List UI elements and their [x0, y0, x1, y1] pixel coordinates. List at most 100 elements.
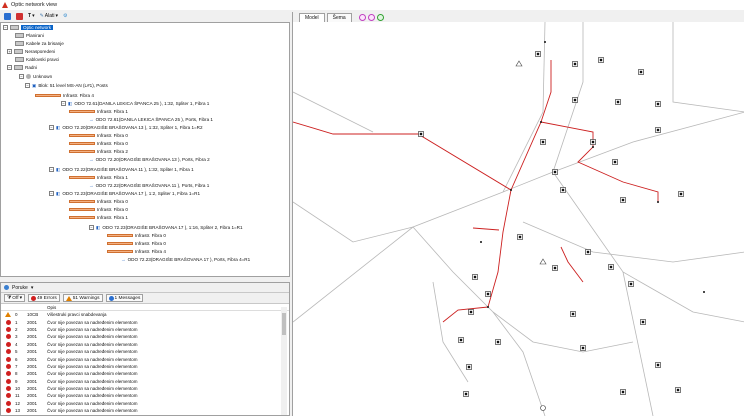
open-button[interactable]	[3, 12, 12, 21]
message-row[interactable]: 9 2001 Čvor nije povezan sa nadređenim ele…	[1, 378, 289, 385]
dropdown-arrow-icon[interactable]: ▾	[31, 285, 34, 291]
message-row[interactable]: 4 2001 Čvor nije povezan sa nadređenim ele…	[1, 341, 289, 348]
site-marker-icon[interactable]	[515, 60, 523, 67]
network-node-marker	[541, 140, 545, 144]
tree-folder-planirani[interactable]: Planirani	[15, 32, 44, 39]
tree-item-odo[interactable]: − ◧ ODO 72.23(DRAGIŠE BRAŠOVANA 17 ), 1:2,…	[49, 190, 200, 197]
network-tree-panel: − Optic network Planirani Kabele za bris…	[0, 22, 290, 277]
alati-menu[interactable]: ✎ Alati ▾	[39, 12, 59, 21]
column-opis[interactable]: Opis	[47, 305, 289, 310]
tree-item-unknown[interactable]: − Unknown	[19, 73, 52, 80]
error-icon	[5, 393, 11, 399]
tree-item-infra[interactable]: Infrastr. Fibra 0	[107, 240, 166, 247]
collapse-icon[interactable]: −	[89, 225, 94, 230]
tree-folder-kablovski[interactable]: Kablovski pravci	[15, 56, 59, 63]
tree-item-infra[interactable]: Infrastr. Fibra 0	[69, 140, 128, 147]
info-filter-button[interactable]: 1 Messages	[105, 294, 144, 302]
collapse-icon[interactable]: −	[49, 125, 54, 130]
messages-title[interactable]: Poruke	[12, 285, 28, 291]
expand-icon[interactable]: +	[7, 49, 12, 54]
folder-icon	[14, 65, 23, 70]
message-row[interactable]: 10 2001 Čvor nije povezan sa nadređenim el…	[1, 385, 289, 392]
tree-root[interactable]: − Optic network	[3, 24, 54, 31]
save-button[interactable]	[15, 12, 24, 21]
tree-folder-brisanje[interactable]: Kabele za brisanje	[15, 40, 64, 47]
tree-folder-radni[interactable]: − Radni	[7, 64, 37, 71]
folder-icon	[15, 33, 24, 38]
tree-item-port[interactable]: → ODO 72.23(DRAGIŠE BRAŠOVANA 17 ), Ports…	[121, 256, 250, 263]
message-row[interactable]: 2 2001 Čvor nije povezan sa nadređenim ele…	[1, 326, 289, 333]
tree-item-odo[interactable]: − ◧ ODO 72.20(DRAGIŠE BRAŠOVANA 13 ), 1:32…	[49, 124, 203, 131]
errors-filter-button[interactable]: 49 Errors	[28, 294, 60, 302]
network-node-marker	[639, 70, 643, 74]
filter-icon: ⧩	[7, 296, 12, 301]
tree-item-infra[interactable]: Infrastr. Fibra 0	[107, 232, 166, 239]
text-tool-button[interactable]: T ▾	[27, 12, 36, 21]
messages-scrollbar[interactable]	[281, 307, 287, 415]
collapse-icon[interactable]: −	[25, 83, 30, 88]
port-icon: →	[89, 117, 94, 122]
port-icon: →	[89, 157, 94, 162]
error-icon	[31, 295, 37, 301]
collapse-icon[interactable]: −	[19, 74, 24, 79]
error-icon	[5, 356, 11, 362]
fiber-segment-icon	[69, 110, 95, 113]
open-icon	[4, 12, 11, 20]
tree-item-infra[interactable]: Infrastr. Fibra 0	[69, 198, 128, 205]
message-row[interactable]: 8 2001 Čvor nije povezan sa nadređenim ele…	[1, 370, 289, 377]
collapse-icon[interactable]: −	[49, 191, 54, 196]
tree-folder-nerasporedeni[interactable]: + Nerasporedeni	[7, 48, 55, 55]
tree-item-port[interactable]: → ODO 72.20(DRAGIŠE BRAŠOVANA 13 ), Ports…	[89, 156, 210, 163]
tree-item-odo[interactable]: − ◧ ODO 72.23(DRAGIŠE BRAŠOVANA 17 ), 1:16…	[89, 224, 243, 231]
message-row[interactable]: 1 2001 Čvor nije povezan sa nadređenim ele…	[1, 318, 289, 325]
tree-item-infra[interactable]: Infrastr. Fibra 0	[69, 132, 128, 139]
tree-item-port[interactable]: → ODO 72.61(DANILA LEKICA ŠPANCA 25 ), Po…	[89, 116, 213, 123]
message-row[interactable]: 7 2001 Čvor nije povezan sa nadređenim ele…	[1, 363, 289, 370]
tree-item-infra[interactable]: Infrastr. Fibra 1	[69, 214, 128, 221]
layer-toggle-icon[interactable]	[367, 14, 375, 21]
tree-item-infra[interactable]: Infrastr. Fibra 4	[107, 248, 166, 255]
tree-item-infra[interactable]: Infrastr. Fibra 4	[35, 92, 94, 99]
message-row[interactable]: 6 2001 Čvor nije povezan sa nadređenim ele…	[1, 355, 289, 362]
error-icon	[5, 363, 11, 369]
dropdown-arrow-icon: ▾	[55, 13, 59, 19]
port-icon: →	[89, 183, 94, 188]
central-office-icon[interactable]	[540, 405, 546, 411]
tree-item-infra[interactable]: Infrastr. Fibra 0	[69, 206, 128, 213]
unknown-node-icon	[26, 74, 31, 79]
junction-dot	[540, 121, 542, 123]
network-tool-button[interactable]: ⚙	[62, 12, 68, 21]
message-row[interactable]: 11 2001 Čvor nije povezan sa nadređenim el…	[1, 392, 289, 399]
tree-item-infra[interactable]: Infrastr. Fibra 1	[69, 108, 128, 115]
tree-item-infra[interactable]: Infrastr. Fibra 1	[69, 174, 128, 181]
network-node-marker	[616, 100, 620, 104]
layer-toggle-icon[interactable]	[358, 14, 366, 21]
collapse-icon[interactable]: −	[3, 25, 8, 30]
filter-off-button[interactable]: ⧩ Off ▾	[4, 294, 26, 302]
scrollbar-thumb[interactable]	[282, 313, 286, 335]
tab-model[interactable]: Model	[299, 13, 325, 22]
collapse-icon[interactable]: −	[7, 65, 12, 70]
tree-item-infra[interactable]: Infrastr. Fibra 2	[69, 148, 128, 155]
tab-sema[interactable]: Šema	[326, 13, 352, 22]
site-marker-icon[interactable]	[539, 258, 547, 265]
warning-icon	[65, 295, 72, 301]
error-icon	[5, 400, 11, 406]
collapse-icon[interactable]: −	[49, 167, 54, 172]
map-panel: Model Šema	[292, 12, 744, 416]
message-row[interactable]: 5 2001 Čvor nije povezan sa nadređenim ele…	[1, 348, 289, 355]
tree-item-block[interactable]: − ▣ Blok: 51 level MS-AN (L#1), Posts	[25, 82, 108, 89]
tree-item-port[interactable]: → ODO 72.22(DRAGIŠE BRAŠOVANA 11 ), Ports…	[89, 182, 209, 189]
message-row[interactable]: 12 2001 Čvor nije povezan sa nadređenim el…	[1, 400, 289, 407]
warnings-filter-button[interactable]: 51 Warnings	[62, 294, 103, 302]
collapse-icon[interactable]: −	[61, 101, 66, 106]
network-map[interactable]	[293, 22, 744, 416]
message-row[interactable]: 0 10CB Višestruki pravci snabdevanja	[1, 311, 289, 318]
map-nodes	[418, 41, 705, 411]
message-row[interactable]: 3 2001 Čvor nije povezan sa nadređenim ele…	[1, 333, 289, 340]
layer-toggle-icon[interactable]	[376, 14, 384, 21]
tree-item-odo[interactable]: − ◧ ODO 72.61(DANILA LEKICA ŠPANCA 25 ), 1…	[61, 100, 209, 107]
message-row[interactable]: 13 2001 Čvor nije povezan sa nadređenim el…	[1, 407, 289, 414]
view-tabs: Model Šema	[293, 12, 744, 22]
tree-item-odo[interactable]: − ◧ ODO 72.22(DRAGIŠE BRAŠOVANA 11 ), 1:32…	[49, 166, 194, 173]
